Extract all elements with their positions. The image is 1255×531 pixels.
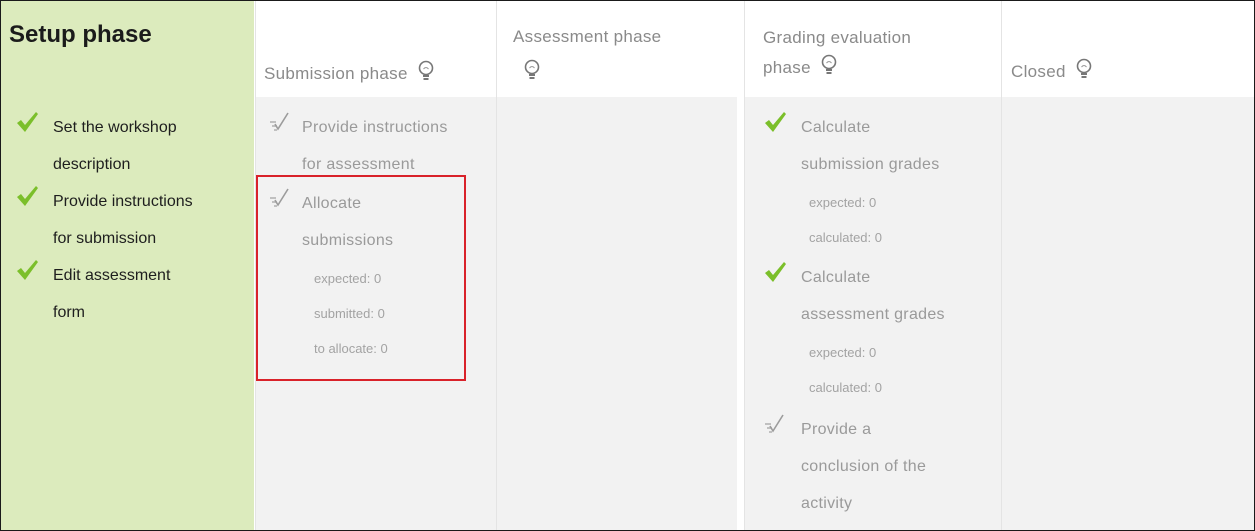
setup-phase-title: Setup phase <box>9 21 152 48</box>
task-label-line: conclusion of the <box>801 458 927 475</box>
todo-icon <box>268 187 292 209</box>
lightbulb-icon[interactable] <box>523 59 541 81</box>
closed-phase-header[interactable]: Closed <box>1002 1 1254 97</box>
check-icon <box>15 111 39 133</box>
task-label-line: submissions <box>302 232 394 249</box>
submission-phase-header[interactable]: Submission phase <box>256 1 496 97</box>
submission-phase-column: Submission phase Provide instructions fo… <box>255 1 496 530</box>
todo-icon <box>268 111 292 133</box>
workshop-planner: Setup phase Set the workshop description… <box>0 0 1255 531</box>
assessment-phase-column: Assessment phase <box>496 1 737 530</box>
check-icon <box>15 259 39 281</box>
detail-expected: expected: 0 <box>314 271 382 286</box>
detail-expected: expected: 0 <box>809 195 877 210</box>
task-label-line: Set the workshop <box>53 119 177 136</box>
todo-icon <box>763 413 787 435</box>
detail-calculated: calculated: 0 <box>809 230 882 245</box>
setup-phase-column: Setup phase Set the workshop description… <box>1 1 254 530</box>
lightbulb-icon[interactable] <box>1075 58 1093 80</box>
check-icon <box>763 261 787 283</box>
task-label-line: Calculate <box>801 119 871 136</box>
assessment-phase-header[interactable]: Assessment phase <box>497 1 737 97</box>
assessment-phase-title: Assessment phase <box>513 27 662 46</box>
task-label-line: Calculate <box>801 269 871 286</box>
task-label-line: Provide instructions <box>53 193 193 210</box>
task-label-line: activity <box>801 495 853 512</box>
task-label-line: Provide a <box>801 421 872 438</box>
task-label-line: description <box>53 156 131 173</box>
task-label-line: submission grades <box>801 156 940 173</box>
grading-phase-title-line: phase <box>763 58 811 77</box>
closed-phase-column: Closed <box>1001 1 1254 530</box>
detail-to-allocate: to allocate: 0 <box>314 341 388 356</box>
check-icon <box>15 185 39 207</box>
lightbulb-icon[interactable] <box>820 54 838 76</box>
task-label-line: Provide instructions <box>302 119 448 136</box>
task-label-line: for submission <box>53 230 157 247</box>
task-label-line: Allocate <box>302 195 362 212</box>
task-label-line: assessment grades <box>801 306 945 323</box>
task-label-line: for assessment <box>302 156 415 173</box>
submission-phase-title: Submission phase <box>264 64 408 83</box>
grading-evaluation-phase-header[interactable]: Grading evaluation phase <box>745 1 1001 97</box>
lightbulb-icon[interactable] <box>417 60 435 82</box>
grading-evaluation-phase-column: Grading evaluation phase Calculate submi… <box>744 1 1001 530</box>
detail-calculated: calculated: 0 <box>809 380 882 395</box>
detail-expected: expected: 0 <box>809 345 877 360</box>
task-label-line: Edit assessment <box>53 267 171 284</box>
grading-phase-title-line: Grading evaluation <box>763 28 912 47</box>
check-icon <box>763 111 787 133</box>
detail-submitted: submitted: 0 <box>314 306 385 321</box>
setup-phase-header: Setup phase <box>1 1 254 97</box>
task-label-line: form <box>53 304 85 321</box>
closed-phase-title: Closed <box>1011 62 1066 81</box>
